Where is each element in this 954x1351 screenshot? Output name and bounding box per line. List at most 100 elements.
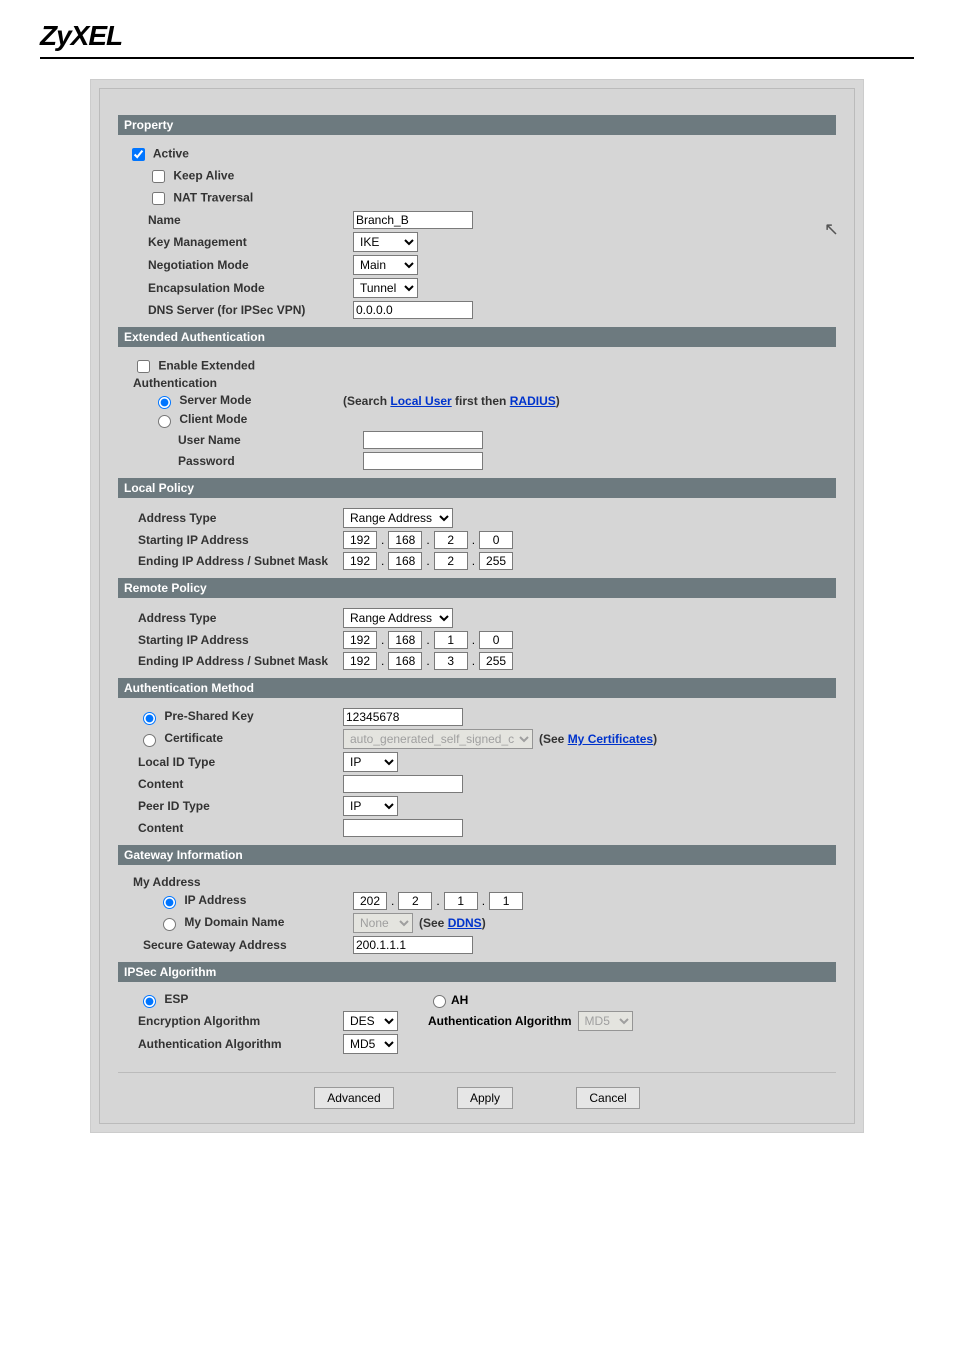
secure-gw-input[interactable] (353, 936, 473, 954)
lp-start-d[interactable] (479, 531, 513, 549)
rp-addr-type-label: Address Type (118, 611, 343, 625)
lp-start-label: Starting IP Address (118, 533, 343, 547)
cert-label: Certificate (164, 731, 223, 745)
lp-end-c[interactable] (434, 552, 468, 570)
encap-select[interactable]: Tunnel (353, 278, 418, 298)
server-hint-post: ) (556, 394, 560, 408)
nat-traversal-label: NAT Traversal (173, 191, 253, 205)
local-user-link[interactable]: Local User (390, 394, 451, 408)
enable-ext-auth-label: Enable Extended Authentication (133, 359, 255, 390)
apply-button[interactable]: Apply (457, 1087, 513, 1109)
gw-ip-a[interactable] (353, 892, 387, 910)
server-hint-mid: first then (452, 394, 510, 408)
rp-end-c[interactable] (434, 652, 468, 670)
ip-address-radio[interactable] (163, 896, 176, 909)
server-hint-pre: (Search (343, 394, 390, 408)
rp-end-d[interactable] (479, 652, 513, 670)
name-input[interactable] (353, 211, 473, 229)
my-certificates-link[interactable]: My Certificates (568, 732, 653, 746)
esp-radio[interactable] (143, 995, 156, 1008)
brand-divider (40, 57, 914, 59)
keep-alive-checkbox[interactable] (152, 170, 165, 183)
ah-radio[interactable] (433, 995, 446, 1008)
auth-alg-select-ah: MD5 (578, 1011, 633, 1031)
name-label: Name (118, 213, 353, 227)
ddns-link[interactable]: DDNS (448, 916, 482, 930)
config-panel: ↖ Property Active Keep Alive NAT Travers… (90, 79, 864, 1133)
rp-end-b[interactable] (388, 652, 422, 670)
key-mgmt-select[interactable]: IKE (353, 232, 418, 252)
psk-label: Pre-Shared Key (164, 709, 253, 723)
cert-select: auto_generated_self_signed_cert (343, 729, 533, 749)
client-mode-label: Client Mode (179, 412, 247, 426)
lp-end-b[interactable] (388, 552, 422, 570)
gw-ip-d[interactable] (489, 892, 523, 910)
server-mode-radio[interactable] (158, 396, 171, 409)
rp-end-a[interactable] (343, 652, 377, 670)
section-remote-policy: Remote Policy (118, 578, 836, 598)
active-checkbox[interactable] (132, 148, 145, 161)
ddns-post: ) (482, 916, 486, 930)
password-input[interactable] (363, 452, 483, 470)
ah-label: AH (451, 993, 468, 1007)
lp-end-d[interactable] (479, 552, 513, 570)
section-gateway: Gateway Information (118, 845, 836, 865)
gw-ip-c[interactable] (444, 892, 478, 910)
content2-label: Content (118, 821, 343, 835)
dns-input[interactable] (353, 301, 473, 319)
encap-label: Encapsulation Mode (118, 281, 353, 295)
domain-name-label: My Domain Name (184, 915, 284, 929)
rp-start-c[interactable] (434, 631, 468, 649)
enc-alg-select[interactable]: DES (343, 1011, 398, 1031)
secure-gw-label: Secure Gateway Address (118, 938, 353, 952)
neg-mode-select[interactable]: Main (353, 255, 418, 275)
keep-alive-label: Keep Alive (173, 169, 234, 183)
section-ext-auth: Extended Authentication (118, 327, 836, 347)
key-mgmt-label: Key Management (118, 235, 353, 249)
peer-id-select[interactable]: IP (343, 796, 398, 816)
lp-start-a[interactable] (343, 531, 377, 549)
advanced-button[interactable]: Advanced (314, 1087, 393, 1109)
lp-end-a[interactable] (343, 552, 377, 570)
lp-addr-type-select[interactable]: Range Address (343, 508, 453, 528)
radius-link[interactable]: RADIUS (510, 394, 556, 408)
psk-radio[interactable] (143, 712, 156, 725)
client-mode-radio[interactable] (158, 415, 171, 428)
domain-name-radio[interactable] (163, 918, 176, 931)
enable-ext-auth-checkbox[interactable] (137, 360, 150, 373)
lp-end-label: Ending IP Address / Subnet Mask (118, 554, 343, 568)
nat-traversal-checkbox[interactable] (152, 192, 165, 205)
local-id-label: Local ID Type (118, 755, 343, 769)
brand-logo: ZyXEL (0, 0, 954, 57)
ddns-pre: (See (419, 916, 448, 930)
auth-alg-select-esp[interactable]: MD5 (343, 1034, 398, 1054)
section-auth-method: Authentication Method (118, 678, 836, 698)
neg-mode-label: Negotiation Mode (118, 258, 353, 272)
psk-input[interactable] (343, 708, 463, 726)
server-mode-label: Server Mode (179, 393, 251, 407)
username-input[interactable] (363, 431, 483, 449)
password-label: Password (118, 454, 363, 468)
dns-label: DNS Server (for IPSec VPN) (118, 303, 353, 317)
ip-address-label: IP Address (184, 893, 246, 907)
content2-input[interactable] (343, 819, 463, 837)
rp-end-label: Ending IP Address / Subnet Mask (118, 654, 343, 668)
auth-alg-label2: Authentication Algorithm (118, 1037, 343, 1051)
rp-start-b[interactable] (388, 631, 422, 649)
rp-start-label: Starting IP Address (118, 633, 343, 647)
rp-addr-type-select[interactable]: Range Address (343, 608, 453, 628)
rp-start-a[interactable] (343, 631, 377, 649)
cert-hint-post: ) (653, 732, 657, 746)
lp-start-b[interactable] (388, 531, 422, 549)
content1-label: Content (118, 777, 343, 791)
cancel-button[interactable]: Cancel (576, 1087, 639, 1109)
content1-input[interactable] (343, 775, 463, 793)
cert-radio[interactable] (143, 734, 156, 747)
rp-start-d[interactable] (479, 631, 513, 649)
auth-alg-label: Authentication Algorithm (428, 1014, 572, 1028)
section-ipsec: IPSec Algorithm (118, 962, 836, 982)
lp-start-c[interactable] (434, 531, 468, 549)
my-address-label: My Address (118, 875, 338, 889)
local-id-select[interactable]: IP (343, 752, 398, 772)
gw-ip-b[interactable] (398, 892, 432, 910)
